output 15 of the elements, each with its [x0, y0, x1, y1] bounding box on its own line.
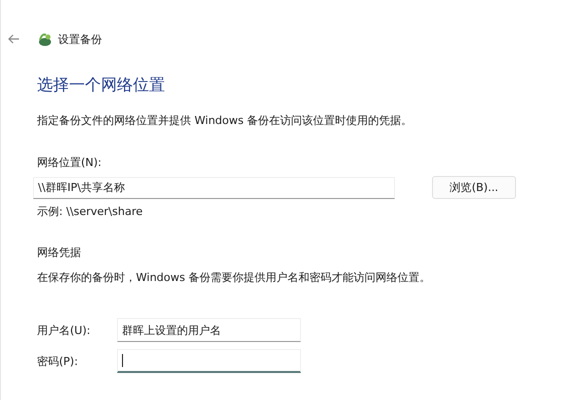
description-text: 指定备份文件的网络位置并提供 Windows 备份在访问该位置时使用的凭据。	[37, 113, 414, 128]
credential-field[interactable]: 群晖上设置的用户名	[117, 318, 301, 342]
field-label: 网络位置(N):	[37, 155, 103, 170]
field-label: 密码(P):	[37, 354, 79, 368]
example-text: 示例: \\server\share	[37, 204, 144, 219]
description-text: 在保存你的备份时，Windows 备份需要你提供用户名和密码才能访问网络位置。	[37, 270, 432, 285]
back-icon[interactable]	[8, 34, 20, 44]
field-label: 用户名(U):	[37, 322, 92, 338]
section-title: 网络凭据	[37, 245, 82, 260]
location-field[interactable]: \\群晖IP\共享名称	[33, 176, 395, 198]
page-heading: 选择一个网络位置	[37, 75, 166, 96]
window-title: 设置备份	[58, 32, 102, 46]
browse-button[interactable]: 浏览(B)...	[432, 176, 516, 199]
backup-icon	[37, 31, 53, 47]
credential-field[interactable]	[117, 349, 301, 373]
